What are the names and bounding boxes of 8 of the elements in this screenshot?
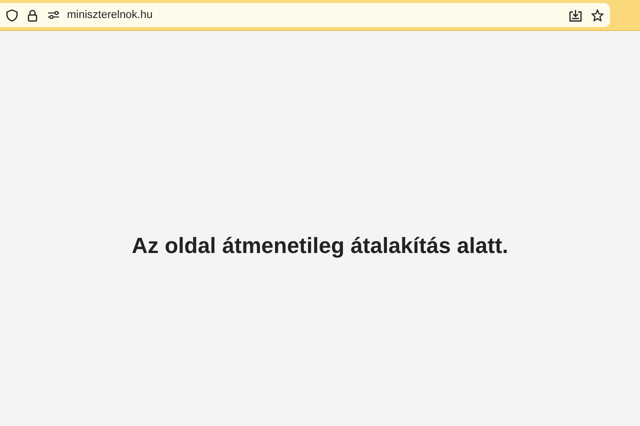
star-icon[interactable] bbox=[591, 8, 604, 22]
url-text[interactable]: miniszterelnok.hu bbox=[67, 9, 153, 21]
sliders-icon[interactable] bbox=[47, 10, 60, 20]
download-icon[interactable] bbox=[569, 8, 582, 22]
address-bar[interactable]: miniszterelnok.hu bbox=[0, 3, 610, 27]
shield-icon[interactable] bbox=[6, 8, 18, 22]
lock-icon[interactable] bbox=[27, 8, 38, 22]
page-message: Az oldal átmenetileg átalakítás alatt. bbox=[132, 232, 508, 258]
